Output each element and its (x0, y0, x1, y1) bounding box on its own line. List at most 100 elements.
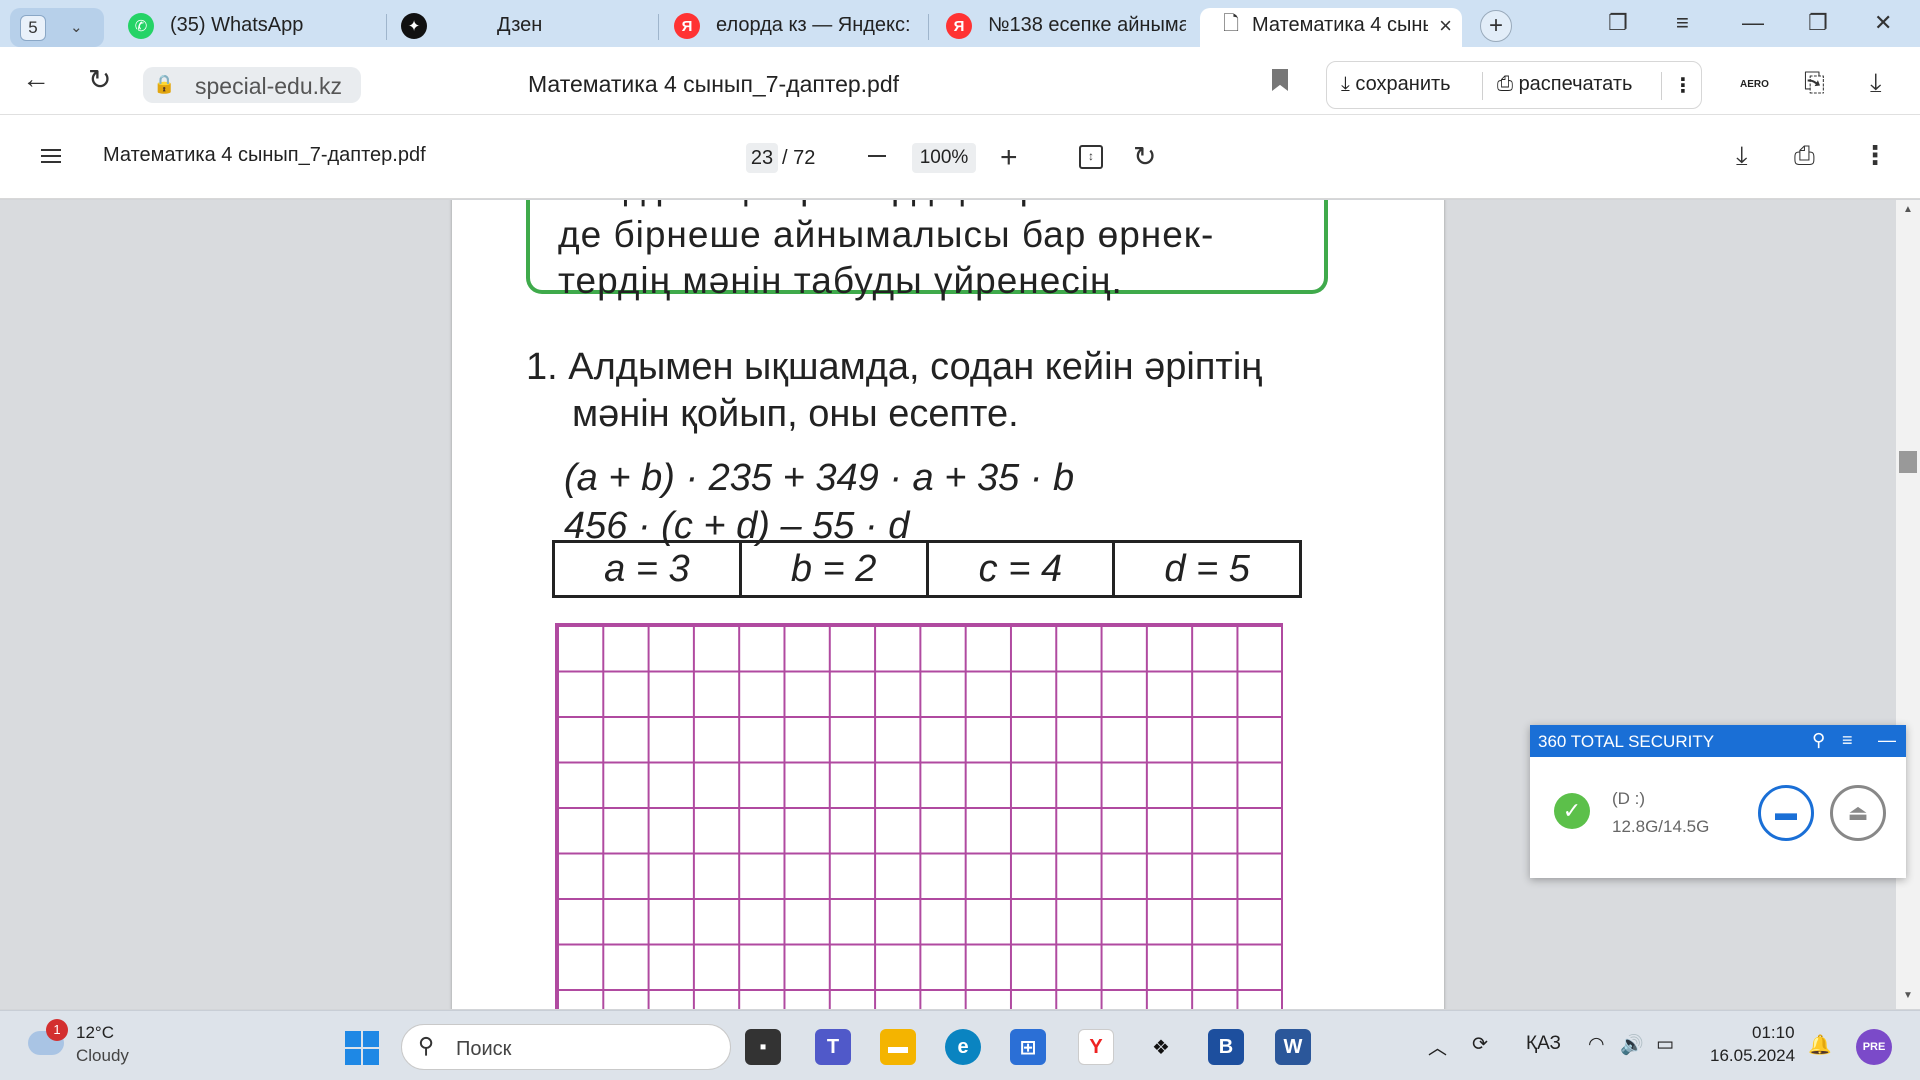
sidebar-menu-icon[interactable] (41, 149, 61, 163)
save-button[interactable]: ⤓ сохранить (1341, 73, 1451, 96)
page-title: Математика 4 сынып_7-даптер.pdf (528, 71, 900, 97)
menu-icon[interactable]: ≡ (1676, 10, 1689, 36)
taskbar-search[interactable]: ⚲ Поиск (401, 1024, 731, 1070)
scroll-down-icon[interactable]: ▼ (1903, 990, 1913, 1001)
tab-whatsapp[interactable]: ✆ (35) WhatsApp (128, 8, 378, 48)
teams-icon[interactable]: T (815, 1029, 851, 1065)
url-field[interactable]: 🔒 special-edu.kz (143, 67, 361, 103)
dropbox-icon[interactable]: ❖ (1143, 1029, 1179, 1065)
drive-label: (D :) (1612, 789, 1646, 808)
task-heading-cont: мәнін қойып, оны есепте. (572, 393, 1019, 435)
store-icon[interactable]: ⊞ (1010, 1029, 1046, 1065)
address-bar: ← ↻ 🔒 special-edu.kz Математика 4 сынып_… (0, 47, 1920, 115)
zoom-input[interactable]: 100% (912, 143, 976, 173)
restore-icon[interactable]: ❐ (1808, 10, 1828, 36)
tab-yandex-138[interactable]: Я №138 есепке айныма (946, 8, 1186, 48)
battery-icon[interactable]: ▭ (1656, 1033, 1674, 1056)
aero-button[interactable]: AERO (1740, 79, 1769, 90)
weather-condition[interactable]: Cloudy (76, 1046, 129, 1066)
bookmark-icon[interactable] (1272, 69, 1288, 91)
chevron-up-icon[interactable]: ︿ (1428, 1033, 1447, 1060)
notification-badge: 1 (46, 1019, 68, 1041)
close-window-icon[interactable]: ✕ (1874, 10, 1892, 36)
minimize-icon[interactable]: — (1742, 10, 1764, 36)
bell-icon[interactable]: 🔔 (1808, 1033, 1832, 1057)
whatsapp-icon: ✆ (128, 13, 154, 39)
tab-yandex-elorda[interactable]: Я елорда кз — Яндекс: н (674, 8, 914, 48)
security-title: 360 TOTAL SECURITY (1538, 732, 1715, 751)
drive-size: 12.8G/14.5G (1612, 817, 1710, 836)
clock-date[interactable]: 16.05.2024 (1710, 1046, 1795, 1066)
values-table: a = 3 b = 2 c = 4 d = 5 (552, 540, 1302, 598)
value-cell: c = 4 (929, 543, 1116, 595)
page-total: / 72 (782, 147, 816, 169)
document-icon: 🗋 (1222, 13, 1240, 35)
tab-count: 5 (20, 15, 46, 41)
page-number-input[interactable]: 23 (746, 143, 778, 173)
download-icon[interactable]: ⤓ (1870, 67, 1882, 99)
zoom-in-icon[interactable]: + (1000, 143, 1018, 173)
more-options-icon[interactable]: ⋮ (1673, 73, 1693, 98)
windows-logo-icon (363, 1049, 379, 1065)
check-icon: ✓ (1554, 793, 1590, 829)
sync-icon[interactable]: ⟳ (1472, 1033, 1488, 1056)
pdf-more-icon[interactable]: ⋮ (1862, 140, 1888, 171)
value-cell: a = 3 (555, 543, 742, 595)
booking-icon[interactable]: B (1208, 1029, 1244, 1065)
pdf-title: Математика 4 сынып_7-даптер.pdf (103, 144, 426, 166)
page-actions: ⤓ сохранить ⎙ распечатать ⋮ (1326, 61, 1702, 109)
rotate-icon[interactable]: ↻ (1133, 140, 1156, 173)
scroll-thumb[interactable] (1899, 451, 1917, 473)
close-tab-icon[interactable]: × (1439, 13, 1452, 39)
chevron-down-icon: ⌄ (70, 19, 83, 36)
tab-separator (658, 14, 659, 40)
pdf-toolbar: Математика 4 сынып_7-даптер.pdf 23 / 72 … (0, 115, 1920, 199)
back-icon[interactable]: ← (22, 63, 50, 95)
print-button[interactable]: ⎙ распечатать (1497, 73, 1632, 96)
scroll-up-icon[interactable]: ▲ (1903, 204, 1913, 215)
edge-icon[interactable]: e (945, 1029, 981, 1065)
file-explorer-icon[interactable]: ▬ (880, 1029, 916, 1065)
lock-icon: 🔒 (153, 74, 176, 94)
new-tab-button[interactable]: + (1480, 10, 1512, 42)
collections-icon[interactable]: ❐ (1608, 10, 1628, 36)
task-view-icon[interactable]: ▪ (745, 1029, 781, 1065)
tab-dzen[interactable]: ✦ Дзен (401, 8, 651, 48)
pdf-page: лендіресің. Әріптердің берілген мәнін- д… (452, 200, 1444, 1009)
minimize-icon[interactable]: — (1878, 730, 1896, 751)
open-folder-button[interactable]: ▬ (1758, 785, 1814, 841)
pdf-print-icon[interactable]: ⎙ (1794, 140, 1815, 172)
yandex-icon: Я (946, 13, 972, 39)
word-icon[interactable]: W (1275, 1029, 1311, 1065)
volume-icon[interactable]: 🔊 (1620, 1033, 1644, 1057)
folder-icon: ▬ (1775, 800, 1797, 825)
separator (1661, 72, 1662, 100)
answer-grid (555, 623, 1283, 1009)
zoom-out-icon[interactable] (868, 155, 886, 157)
translate-icon[interactable]: ⎘ (1804, 67, 1825, 99)
eject-button[interactable]: ⏏ (1830, 785, 1886, 841)
goal-line: лендіресің. Әріптердің берілген мәнін- (558, 200, 1254, 208)
yandex-browser-icon[interactable]: Y (1078, 1029, 1114, 1065)
windows-logo-icon (345, 1049, 361, 1065)
windows-logo-icon (345, 1031, 361, 1047)
language-indicator[interactable]: ҚАЗ (1526, 1033, 1561, 1055)
fit-page-icon[interactable]: ↕ (1079, 145, 1103, 169)
start-button[interactable] (345, 1031, 379, 1065)
menu-icon[interactable]: ≡ (1842, 730, 1853, 751)
search-icon[interactable]: ⚲ (1812, 730, 1825, 751)
clock-time[interactable]: 01:10 (1752, 1023, 1795, 1043)
task-heading: 1. Алдымен ықшамда, содан кейін әріптің (526, 346, 1263, 388)
wifi-icon[interactable]: ◠ (1588, 1033, 1605, 1056)
tab-count-button[interactable]: 5 ⌄ (10, 8, 104, 47)
pdf-download-icon[interactable]: ⤓ (1736, 140, 1748, 172)
copilot-icon[interactable]: PRE (1856, 1029, 1892, 1065)
reload-icon[interactable]: ↻ (88, 63, 111, 96)
scrollbar[interactable] (1896, 200, 1920, 1009)
goal-line: тердің мәнін табуды үйренесің. (558, 260, 1123, 301)
pdf-viewer[interactable]: лендіресің. Әріптердің берілген мәнін- д… (0, 200, 1920, 1009)
separator (1482, 72, 1483, 100)
temperature[interactable]: 12°C (76, 1023, 114, 1043)
goal-line: де бірнеше айнымалысы бар өрнек- (558, 214, 1215, 255)
taskbar: 1 12°C Cloudy ⚲ Поиск ▪ T ▬ e ⊞ Y ❖ B W … (0, 1010, 1920, 1080)
